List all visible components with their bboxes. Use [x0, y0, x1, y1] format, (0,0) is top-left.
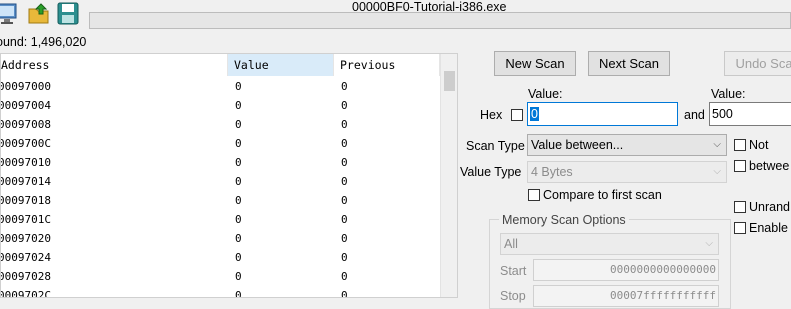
and-label: and: [684, 108, 705, 122]
address-cell: 00097000: [0, 80, 51, 93]
previous-cell: 0: [341, 118, 348, 131]
chevron-down-icon: ⌵: [705, 238, 713, 249]
column-header-value[interactable]: Value: [228, 54, 334, 76]
column-header-previous[interactable]: Previous: [334, 54, 440, 76]
stop-label: Stop: [500, 289, 526, 303]
value-cell: 0: [235, 156, 242, 169]
value-to-input[interactable]: 500: [709, 102, 791, 126]
value-cell: 0: [235, 232, 242, 245]
not-checkbox[interactable]: [734, 139, 746, 151]
value-cell: 0: [235, 213, 242, 226]
start-address-input[interactable]: 0000000000000000: [533, 259, 719, 281]
table-row[interactable]: 00097014 0 0: [1, 172, 440, 191]
previous-cell: 0: [341, 232, 348, 245]
previous-cell: 0: [341, 251, 348, 264]
address-cell: 00097024: [0, 251, 51, 264]
not-label: Not: [749, 138, 769, 152]
value-cell: 0: [235, 270, 242, 283]
chevron-down-icon: ⌵: [713, 166, 721, 177]
memory-scan-options-title: Memory Scan Options: [499, 213, 629, 227]
value-from-input[interactable]: 0: [527, 102, 678, 126]
memory-region-value: All: [504, 237, 518, 251]
value-cell: 0: [235, 251, 242, 264]
table-row[interactable]: 0009701C 0 0: [1, 210, 440, 229]
scan-type-label: Scan Type: [466, 139, 525, 153]
scan-progress-bar: [89, 12, 791, 29]
unrandomizer-label: Unrand: [749, 200, 790, 214]
results-list[interactable]: Address Value Previous 00097000 0 0 000970…: [0, 53, 458, 298]
value-cell: 0: [235, 118, 242, 131]
hex-checkbox[interactable]: [511, 109, 523, 121]
enable-speedhack-label: Enable: [749, 221, 788, 235]
open-folder-icon[interactable]: [27, 1, 51, 26]
table-row[interactable]: 00097008 0 0: [1, 115, 440, 134]
save-disk-icon[interactable]: [56, 1, 80, 26]
previous-cell: 0: [341, 137, 348, 150]
value-label-from: Value:: [528, 87, 563, 101]
unrandomizer-checkbox[interactable]: [734, 201, 746, 213]
next-scan-button[interactable]: Next Scan: [588, 51, 670, 76]
previous-cell: 0: [341, 194, 348, 207]
value-label-to: Value:: [711, 87, 746, 101]
value-type-value: 4 Bytes: [531, 165, 573, 179]
address-cell: 00097028: [0, 270, 51, 283]
scrollbar-thumb[interactable]: [444, 71, 455, 91]
column-header-address[interactable]: Address: [1, 54, 228, 76]
address-cell: 00097020: [0, 232, 51, 245]
scan-type-value: Value between...: [531, 138, 624, 152]
table-row[interactable]: 00097028 0 0: [1, 267, 440, 286]
table-row[interactable]: 00097024 0 0: [1, 248, 440, 267]
previous-cell: 0: [341, 99, 348, 112]
previous-cell: 0: [341, 80, 348, 93]
between-checkbox[interactable]: [734, 160, 746, 172]
table-row[interactable]: 00097020 0 0: [1, 229, 440, 248]
value-cell: 0: [235, 175, 242, 188]
address-cell: 00097010: [0, 156, 51, 169]
table-row[interactable]: 0009700C 0 0: [1, 134, 440, 153]
address-cell: 0009702C: [0, 289, 51, 298]
value-cell: 0: [235, 194, 242, 207]
table-row[interactable]: 00097018 0 0: [1, 191, 440, 210]
scan-type-select[interactable]: Value between... ⌵: [527, 134, 727, 156]
table-row[interactable]: 0009702C 0 0: [0, 286, 440, 298]
new-scan-button[interactable]: New Scan: [494, 51, 576, 76]
address-cell: 0009701C: [0, 213, 51, 226]
chevron-down-icon: ⌵: [713, 139, 721, 150]
found-count: ound: 1,496,020: [0, 35, 87, 49]
value-from-text: 0: [530, 107, 539, 121]
value-cell: 0: [235, 289, 242, 298]
address-cell: 00097004: [0, 99, 51, 112]
previous-cell: 0: [341, 213, 348, 226]
table-row[interactable]: 00097004 0 0: [1, 96, 440, 115]
table-row[interactable]: 00097010 0 0: [1, 153, 440, 172]
start-label: Start: [500, 264, 527, 278]
address-cell: 0009700C: [0, 137, 51, 150]
value-cell: 0: [235, 137, 242, 150]
table-row[interactable]: 00097000 0 0: [1, 77, 440, 96]
address-cell: 00097008: [0, 118, 51, 131]
hex-label: Hex: [480, 108, 503, 122]
value-cell: 0: [235, 99, 242, 112]
value-type-label: Value Type: [460, 165, 522, 179]
value-cell: 0: [235, 80, 242, 93]
process-title: 00000BF0-Tutorial-i386.exe: [352, 0, 507, 14]
address-cell: 00097014: [0, 175, 51, 188]
compare-first-checkbox[interactable]: [528, 189, 540, 201]
compare-first-label: Compare to first scan: [543, 188, 662, 202]
between-label: betwee: [749, 159, 790, 173]
computer-icon[interactable]: [0, 1, 20, 26]
previous-cell: 0: [341, 156, 348, 169]
previous-cell: 0: [341, 270, 348, 283]
previous-cell: 0: [341, 175, 348, 188]
previous-cell: 0: [341, 289, 348, 298]
enable-speedhack-checkbox[interactable]: [734, 222, 746, 234]
value-type-select[interactable]: 4 Bytes ⌵: [527, 161, 727, 183]
vertical-scrollbar[interactable]: [440, 54, 457, 297]
address-cell: 00097018: [0, 194, 51, 207]
stop-address-input[interactable]: 00007fffffffffff: [533, 285, 719, 307]
undo-scan-button[interactable]: Undo Sca: [724, 51, 791, 76]
memory-region-select[interactable]: All ⌵: [500, 233, 719, 255]
